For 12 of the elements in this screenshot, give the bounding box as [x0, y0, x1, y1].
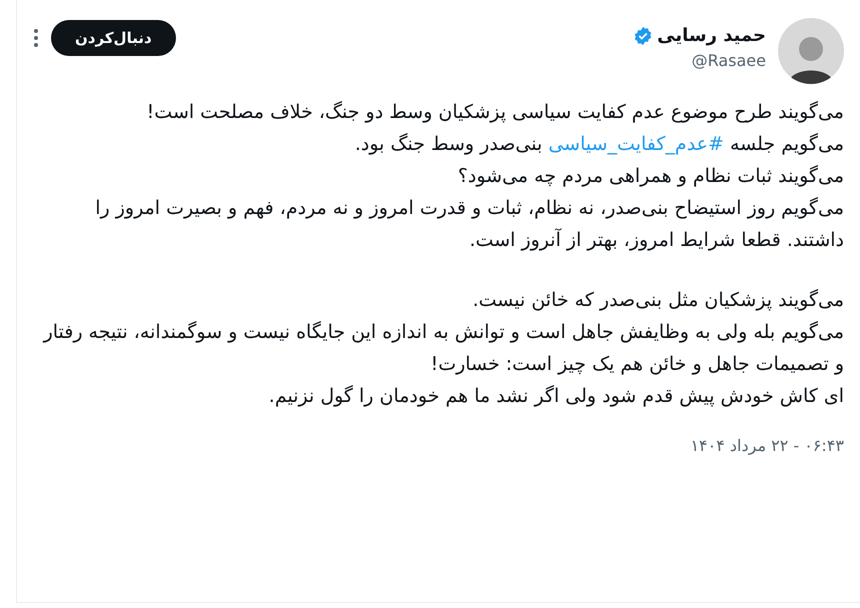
tweet-text: می‌گویم جلسه #عدم_کفایت_سیاسی بنی‌صدر وسط جنگ بود.: [354, 132, 844, 157]
more-options-icon[interactable]: [33, 28, 39, 48]
tweet-text: ای کاش خودش پیش قدم شود ولی اگر نشد ما هم خودمان را گول نزنیم.: [268, 384, 844, 409]
tweet-timestamp[interactable]: ۰۶:۴۳ - ۲۲ مرداد ۱۴۰۴: [690, 434, 844, 458]
tweet-text: می‌گویند ثبات نظام و همراهی مردم چه می‌شود؟: [456, 164, 844, 189]
tweet-text: می‌گویم روز استیضاح بنی‌صدر، نه نظام، ثبات و قدرت امروز و نه مردم، فهم و بصیرت امروز را داشتند. قطعا شرایط امروز، بهتر از آنروز است.: [94, 196, 844, 253]
author-handle[interactable]: @Rasaee: [633, 49, 766, 73]
tweet-text: می‌گویند پزشکیان مثل بنی‌صدر که خائن نیست.: [472, 288, 844, 313]
tweet-text: می‌گویند طرح موضوع عدم کفایت سیاسی پزشکیان وسط دو جنگ، خلاف مصلحت است!: [146, 100, 844, 125]
tweet-text: می‌گویم بله ولی به وظایفش جاهل است و توانش به اندازه این جایگاه نیست و سوگمندانه، نتیجه رفتار و تصمیمات جاهل و خائن هم یک چیز است: خسارت!: [42, 320, 844, 377]
follow-button[interactable]: دنبال‌کردن: [51, 20, 176, 56]
author-name[interactable]: حمید رسایی: [657, 22, 766, 49]
